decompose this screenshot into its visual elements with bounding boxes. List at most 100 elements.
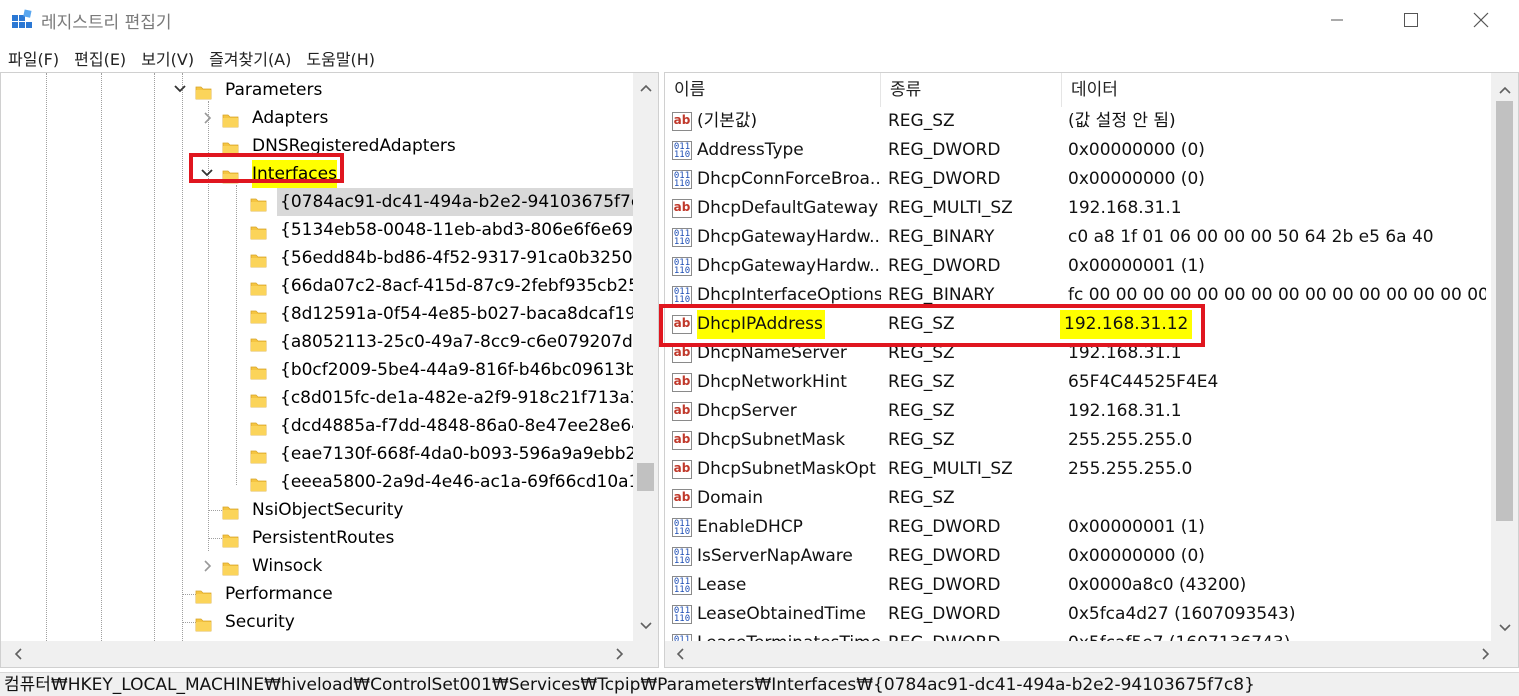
menu-file[interactable]: 파일(F) — [0, 44, 66, 72]
value-name: DhcpNetworkHint — [697, 372, 847, 392]
tree-item-label: {eae7130f-668f-4da0-b093-596a9a9ebb26} — [280, 444, 658, 464]
value-data: 0x00000001 (1) — [1068, 517, 1205, 537]
string-value-icon: ab — [672, 112, 692, 131]
scroll-left-icon[interactable] — [9, 645, 26, 662]
value-row[interactable]: ab DhcpNameServer REG_SZ 192.168.31.1 — [665, 339, 1485, 368]
tree-scroll-thumb[interactable] — [637, 463, 654, 491]
value-row[interactable]: 011 110 EnableDHCP REG_DWORD 0x00000001 (1) — [665, 513, 1485, 542]
tree-item-label: {a8052113-25c0-49a7-8cc9-c6e079207de9} — [280, 332, 659, 352]
scroll-down-icon[interactable] — [1496, 619, 1513, 636]
value-row[interactable]: 011 110 DhcpGatewayHardw... REG_BINARY c0 a… — [665, 223, 1485, 252]
tree-item[interactable]: {5134eb58-0048-11eb-abd3-806e6f6e6963} — [1, 216, 658, 244]
value-data: 65F4C44525F4E4 — [1068, 372, 1219, 392]
string-value-icon: ab — [672, 315, 692, 334]
scroll-down-icon[interactable] — [637, 617, 654, 634]
tree-item[interactable]: Interfaces — [1, 160, 631, 188]
value-name: IsServerNapAware — [697, 546, 853, 566]
tree-item[interactable]: Security — [1, 608, 631, 636]
value-type: REG_SZ — [888, 401, 955, 421]
tree-item[interactable]: {b0cf2009-5be4-44a9-816f-b46bc09613b9} — [1, 356, 658, 384]
value-row[interactable]: ab DhcpServer REG_SZ 192.168.31.1 — [665, 397, 1485, 426]
close-button[interactable] — [1455, 0, 1507, 40]
value-type: REG_DWORD — [888, 169, 1001, 189]
value-row[interactable]: ab DhcpDefaultGateway REG_MULTI_SZ 192.168.… — [665, 194, 1485, 223]
value-row[interactable]: 011 110 IsServerNapAware REG_DWORD 0x000000… — [665, 542, 1485, 571]
tree-item-label: DNSRegisteredAdapters — [252, 136, 456, 156]
tree-item[interactable]: Parameters — [1, 76, 631, 104]
folder-icon — [195, 586, 212, 604]
menu-edit[interactable]: 편집(E) — [66, 44, 133, 72]
string-value-icon: ab — [672, 431, 692, 450]
value-row[interactable]: ab DhcpNetworkHint REG_SZ 65F4C44525F4E4 — [665, 368, 1485, 397]
value-row[interactable]: ab DhcpIPAddress REG_SZ 192.168.31.12 — [665, 310, 1485, 339]
binary-value-icon: 011 110 — [672, 141, 692, 160]
scroll-right-icon[interactable] — [611, 645, 628, 662]
key-tree-pane[interactable]: Parameters Adapters DNSRegisteredAdapters I… — [0, 72, 659, 668]
value-row[interactable]: 011 110 Lease REG_DWORD 0x0000a8c0 (43200) — [665, 571, 1485, 600]
tree-item[interactable]: {eae7130f-668f-4da0-b093-596a9a9ebb26} — [1, 440, 658, 468]
binary-value-icon: 011 110 — [672, 286, 692, 305]
tree-item[interactable]: {66da07c2-8acf-415d-87c9-2febf935cb25} — [1, 272, 650, 300]
value-row[interactable]: ab (기본값) REG_SZ (값 설정 안 됨) — [665, 107, 1485, 136]
tree-item[interactable]: {56edd84b-bd86-4f52-9317-91ca0b3250c0} — [1, 244, 658, 272]
value-row[interactable]: 011 110 DhcpConnForceBroa... REG_DWORD 0x00… — [665, 165, 1485, 194]
value-type: REG_SZ — [888, 372, 955, 392]
folder-icon — [222, 166, 239, 184]
value-type: REG_DWORD — [888, 517, 1001, 537]
scroll-up-icon[interactable] — [1496, 81, 1513, 98]
scroll-right-icon[interactable] — [1477, 645, 1494, 662]
list-vertical-scrollbar[interactable] — [1491, 73, 1518, 641]
folder-icon — [250, 194, 267, 212]
tree-horizontal-scrollbar[interactable] — [1, 641, 658, 667]
value-row[interactable]: ab Domain REG_SZ — [665, 484, 1485, 513]
value-row[interactable]: 011 110 LeaseObtainedTime REG_DWORD 0x5fca4… — [665, 600, 1485, 629]
column-header-name[interactable]: 이름 — [665, 73, 881, 107]
folder-icon — [250, 278, 267, 296]
minimize-button[interactable] — [1311, 0, 1363, 40]
list-horizontal-scrollbar[interactable] — [665, 641, 1518, 667]
value-name: Lease — [697, 575, 747, 595]
string-value-icon: ab — [672, 199, 692, 218]
value-row[interactable]: 011 110 DhcpGatewayHardw... REG_DWORD 0x000… — [665, 252, 1485, 281]
value-name: DhcpServer — [697, 401, 797, 421]
tree-item[interactable]: NsiObjectSecurity — [1, 496, 631, 524]
tree-item[interactable]: {eeea5800-2a9d-4e46-ac1a-69f66cd10a1f} — [1, 468, 656, 496]
values-list-pane[interactable]: 이름 종류 데이터 ab (기본값) REG_SZ (값 설정 안 됨) 011 110… — [664, 72, 1519, 668]
column-header-data[interactable]: 데이터 — [1062, 73, 1490, 107]
value-type: REG_SZ — [888, 488, 955, 508]
value-row[interactable]: ab DhcpSubnetMaskOpt REG_MULTI_SZ 255.255.2… — [665, 455, 1485, 484]
column-header-type[interactable]: 종류 — [881, 73, 1062, 107]
tree-vertical-scrollbar[interactable] — [633, 73, 658, 641]
tree-item[interactable]: {a8052113-25c0-49a7-8cc9-c6e079207de9} — [1, 328, 658, 356]
scroll-left-icon[interactable] — [671, 645, 688, 662]
tree-item[interactable]: Adapters — [1, 104, 631, 132]
value-type: REG_DWORD — [888, 546, 1001, 566]
tree-item[interactable]: {0784ac91-dc41-494a-b2e2-94103675f7c8} — [1, 188, 658, 216]
tree-item[interactable]: DNSRegisteredAdapters — [1, 132, 631, 160]
value-data: 0x5fca4d27 (1607093543) — [1068, 604, 1296, 624]
folder-icon — [222, 558, 239, 576]
menu-view[interactable]: 보기(V) — [133, 44, 201, 72]
tree-item[interactable]: Performance — [1, 580, 631, 608]
menu-favorites[interactable]: 즐겨찾기(A) — [201, 44, 298, 72]
value-row[interactable]: 011 110 DhcpInterfaceOptions REG_BINARY fc … — [665, 281, 1486, 310]
value-data: c0 a8 1f 01 06 00 00 00 50 64 2b e5 6a 4… — [1068, 227, 1434, 247]
menu-help[interactable]: 도움말(H) — [298, 44, 382, 72]
value-row[interactable]: 011 110 AddressType REG_DWORD 0x00000000 (0… — [665, 136, 1485, 165]
scroll-up-icon[interactable] — [637, 79, 654, 96]
tree-item-label: PersistentRoutes — [252, 528, 395, 548]
value-name: LeaseObtainedTime — [697, 604, 866, 624]
folder-icon — [195, 82, 212, 100]
value-name: DhcpIPAddress — [697, 310, 825, 339]
list-scroll-thumb[interactable] — [1496, 101, 1513, 521]
tree-item[interactable]: PersistentRoutes — [1, 524, 631, 552]
string-value-icon: ab — [672, 489, 692, 508]
value-row[interactable]: ab DhcpSubnetMask REG_SZ 255.255.255.0 — [665, 426, 1485, 455]
folder-icon — [250, 250, 267, 268]
tree-item[interactable]: {dcd4885a-f7dd-4848-86a0-8e47ee28e647} — [1, 412, 658, 440]
tree-item[interactable]: Winsock — [1, 552, 631, 580]
tree-item[interactable]: {c8d015fc-de1a-482e-a2f9-918c21f713a3} — [1, 384, 651, 412]
value-type: REG_SZ — [888, 430, 955, 450]
maximize-button[interactable] — [1385, 0, 1437, 40]
tree-item[interactable]: {8d12591a-0f54-4e85-b027-baca8dcaf196} — [1, 300, 658, 328]
